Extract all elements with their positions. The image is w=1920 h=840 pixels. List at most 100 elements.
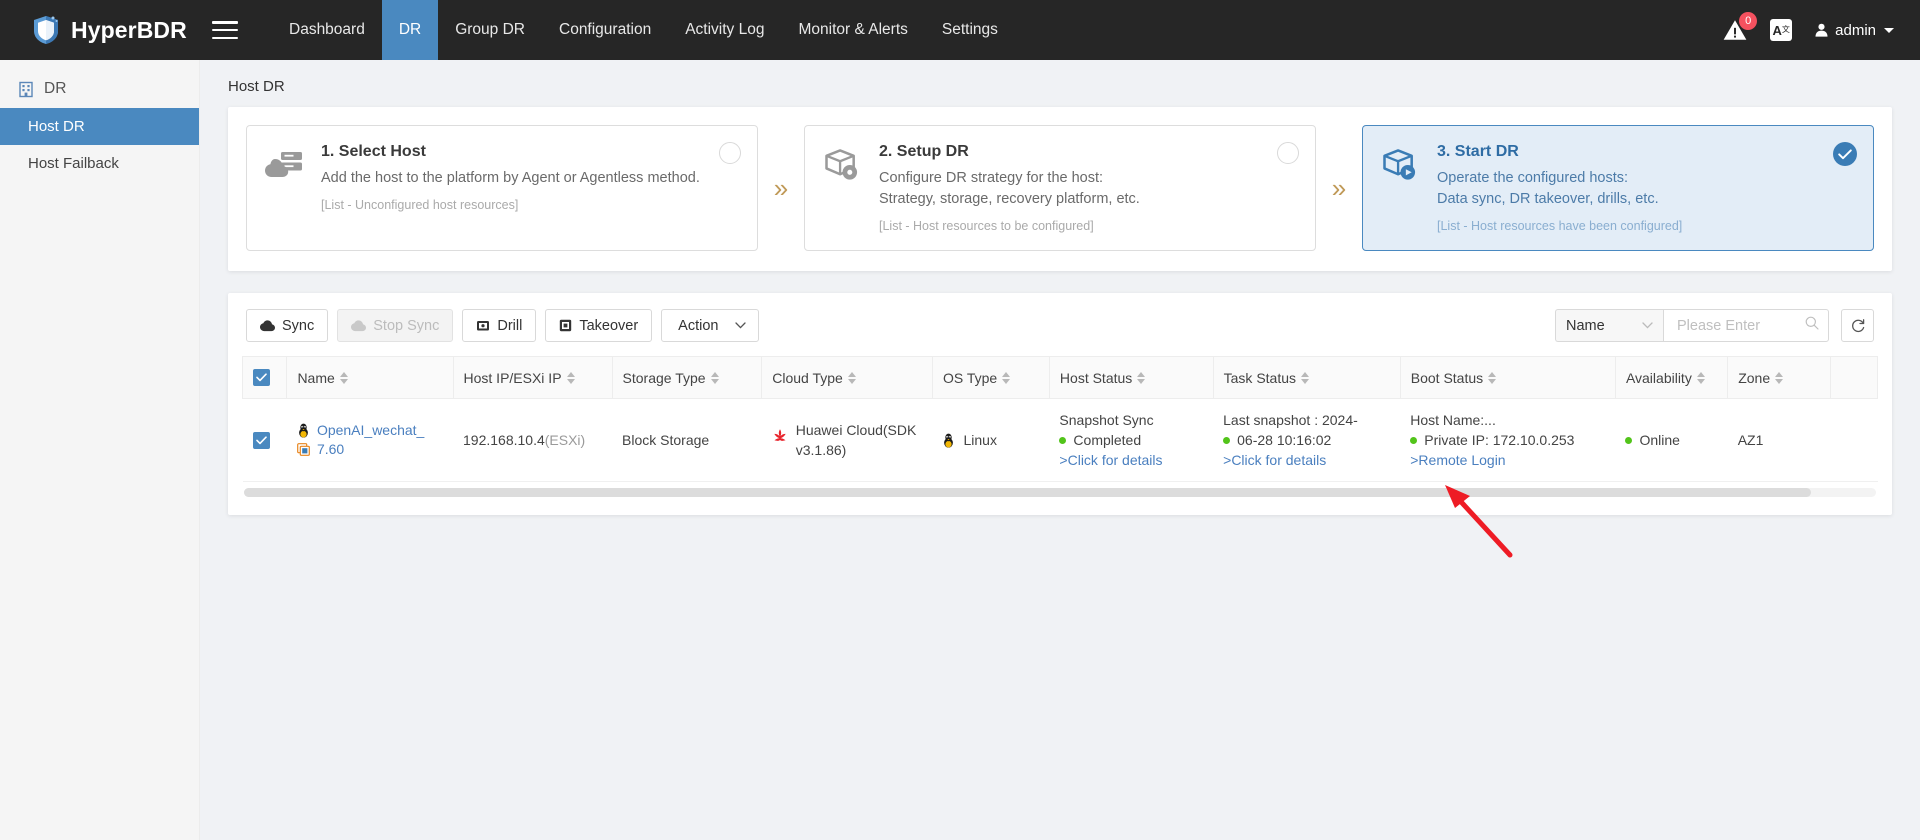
task-status-details-link[interactable]: >Click for details (1223, 450, 1390, 470)
cell-zone: AZ1 (1727, 398, 1831, 482)
sidebar-item-host-dr[interactable]: Host DR (0, 108, 199, 145)
column-header-name[interactable]: Name (286, 356, 454, 399)
alerts-button[interactable]: 0 (1722, 12, 1758, 43)
huawei-cloud-icon (774, 429, 786, 441)
column-label: Host IP/ESXi IP (463, 369, 562, 386)
step-title: 3. Start DR (1437, 143, 1519, 160)
top-right-actions: 0 A文 admin (1722, 12, 1920, 43)
sort-icon[interactable] (566, 371, 575, 384)
vm-clone-icon (297, 443, 310, 456)
sort-icon[interactable] (1137, 371, 1146, 384)
column-header-zone[interactable]: Zone (1727, 356, 1832, 399)
step-body: 2. Setup DR Configure DR strategy for th… (879, 143, 1297, 236)
task-status-title: Last snapshot : 2024- (1223, 412, 1358, 428)
column-header-host-ip[interactable]: Host IP/ESXi IP (453, 356, 613, 399)
step-title: 1. Select Host (321, 143, 426, 160)
column-label: Boot Status (1410, 369, 1484, 386)
sort-icon[interactable] (1696, 371, 1705, 384)
host-name-link-2[interactable]: 7.60 (317, 440, 344, 459)
language-switch-button[interactable]: A文 (1770, 19, 1793, 41)
nav-item-activity-log[interactable]: Activity Log (668, 0, 781, 60)
action-button-label: Action (678, 317, 719, 334)
column-header-cloud-type[interactable]: Cloud Type (761, 356, 933, 399)
status-dot (1625, 436, 1633, 444)
hamburger-icon[interactable] (212, 19, 238, 41)
box-play-icon (1381, 143, 1421, 236)
sort-icon[interactable] (1301, 371, 1310, 384)
brand: HyperBDR (0, 15, 200, 45)
step-card-start-dr[interactable]: 3. Start DR Operate the configured hosts… (1362, 125, 1874, 251)
column-header-task-status[interactable]: Task Status (1213, 356, 1401, 399)
availability-value: Online (1639, 432, 1680, 448)
nav-item-dashboard[interactable]: Dashboard (272, 0, 382, 60)
select-all-header (241, 356, 288, 399)
sort-icon[interactable] (1002, 371, 1011, 384)
hyperbdr-logo-icon (34, 16, 58, 44)
cell-host-status: Snapshot Sync Completed >Click for detai… (1049, 398, 1214, 482)
step-separator-2: » (1331, 173, 1347, 203)
sync-button-label: Sync (282, 317, 315, 334)
table-horizontal-scrollbar[interactable] (244, 488, 1876, 497)
status-dot (1223, 436, 1231, 444)
breadcrumb: Host DR (228, 78, 285, 95)
column-label: Storage Type (622, 369, 706, 386)
host-name-link[interactable]: OpenAI_wechat_ (317, 421, 424, 440)
cell-storage-type: Block Storage (612, 398, 762, 482)
step-card-setup-dr[interactable]: 2. Setup DR Configure DR strategy for th… (804, 125, 1316, 251)
sort-icon[interactable] (847, 371, 856, 384)
column-header-spacer (1830, 356, 1878, 399)
boot-status-value: Private IP: 172.10.0.253 (1424, 432, 1575, 448)
user-avatar-icon (1815, 23, 1828, 37)
column-header-host-status[interactable]: Host Status (1049, 356, 1214, 399)
remote-login-link[interactable]: >Remote Login (1410, 450, 1605, 470)
boot-status-title: Host Name:... (1410, 412, 1496, 428)
user-menu[interactable]: admin (1814, 22, 1894, 39)
table-row[interactable]: OpenAI_wechat_ 7.60 192.168.10.4(ESXi) B… (242, 398, 1878, 482)
step-desc-line: Strategy, storage, recovery platform, et… (879, 191, 1140, 207)
cloud-type-line-2: v3.1.86) (795, 442, 847, 458)
language-sup: 文 (1781, 25, 1790, 34)
column-header-os-type[interactable]: OS Type (932, 356, 1050, 399)
column-header-availability[interactable]: Availability (1615, 356, 1729, 399)
sort-icon[interactable] (1775, 371, 1784, 384)
sort-icon[interactable] (710, 371, 719, 384)
sort-icon[interactable] (1488, 371, 1497, 384)
search-icon[interactable] (1805, 316, 1819, 335)
nav-item-monitor-alerts[interactable]: Monitor & Alerts (781, 0, 924, 60)
takeover-button[interactable]: Takeover (545, 309, 653, 342)
step-card-select-host[interactable]: 1. Select Host Add the host to the platf… (246, 125, 758, 251)
stop-sync-button[interactable]: Stop Sync (337, 309, 454, 342)
sort-icon[interactable] (339, 371, 348, 384)
cell-task-status: Last snapshot : 2024- 06-28 10:16:02 >Cl… (1213, 398, 1401, 482)
sync-button[interactable]: Sync (246, 309, 329, 342)
row-checkbox[interactable] (252, 431, 270, 449)
host-status-details-link[interactable]: >Click for details (1059, 450, 1203, 470)
step-desc-line: Data sync, DR takeover, drills, etc. (1437, 191, 1659, 207)
host-ip-value: 192.168.10.4 (463, 432, 545, 448)
sidebar-item-host-failback[interactable]: Host Failback (0, 145, 199, 182)
column-header-storage-type[interactable]: Storage Type (612, 356, 763, 399)
main-content: Host DR 1. Select Host Add the host to t… (200, 60, 1920, 840)
building-icon (19, 81, 33, 97)
nav-item-dr[interactable]: DR (381, 0, 439, 60)
nav-item-settings[interactable]: Settings (925, 0, 1015, 60)
search-area: Name (1555, 309, 1874, 342)
chevron-down-icon (735, 322, 747, 329)
sidebar: DR Host DR Host Failback (0, 60, 200, 840)
cell-host-ip: 192.168.10.4(ESXi) (453, 398, 613, 482)
select-all-checkbox[interactable] (253, 369, 270, 386)
nav-item-configuration[interactable]: Configuration (542, 0, 668, 60)
scrollbar-thumb[interactable] (244, 488, 1811, 497)
action-dropdown-button[interactable]: Action (661, 309, 760, 342)
column-header-boot-status[interactable]: Boot Status (1400, 356, 1616, 399)
search-field-select[interactable]: Name (1555, 309, 1663, 342)
takeover-button-label: Takeover (579, 317, 639, 334)
search-input[interactable] (1675, 316, 1805, 335)
takeover-box-icon (559, 319, 572, 332)
refresh-button[interactable] (1841, 309, 1874, 342)
step-separator-1: » (773, 173, 789, 203)
drill-button[interactable]: Drill (462, 309, 537, 342)
step-note: [List - Host resources have been configu… (1437, 219, 1683, 233)
nav-item-group-dr[interactable]: Group DR (438, 0, 542, 60)
sidebar-group-dr: DR (0, 72, 199, 108)
